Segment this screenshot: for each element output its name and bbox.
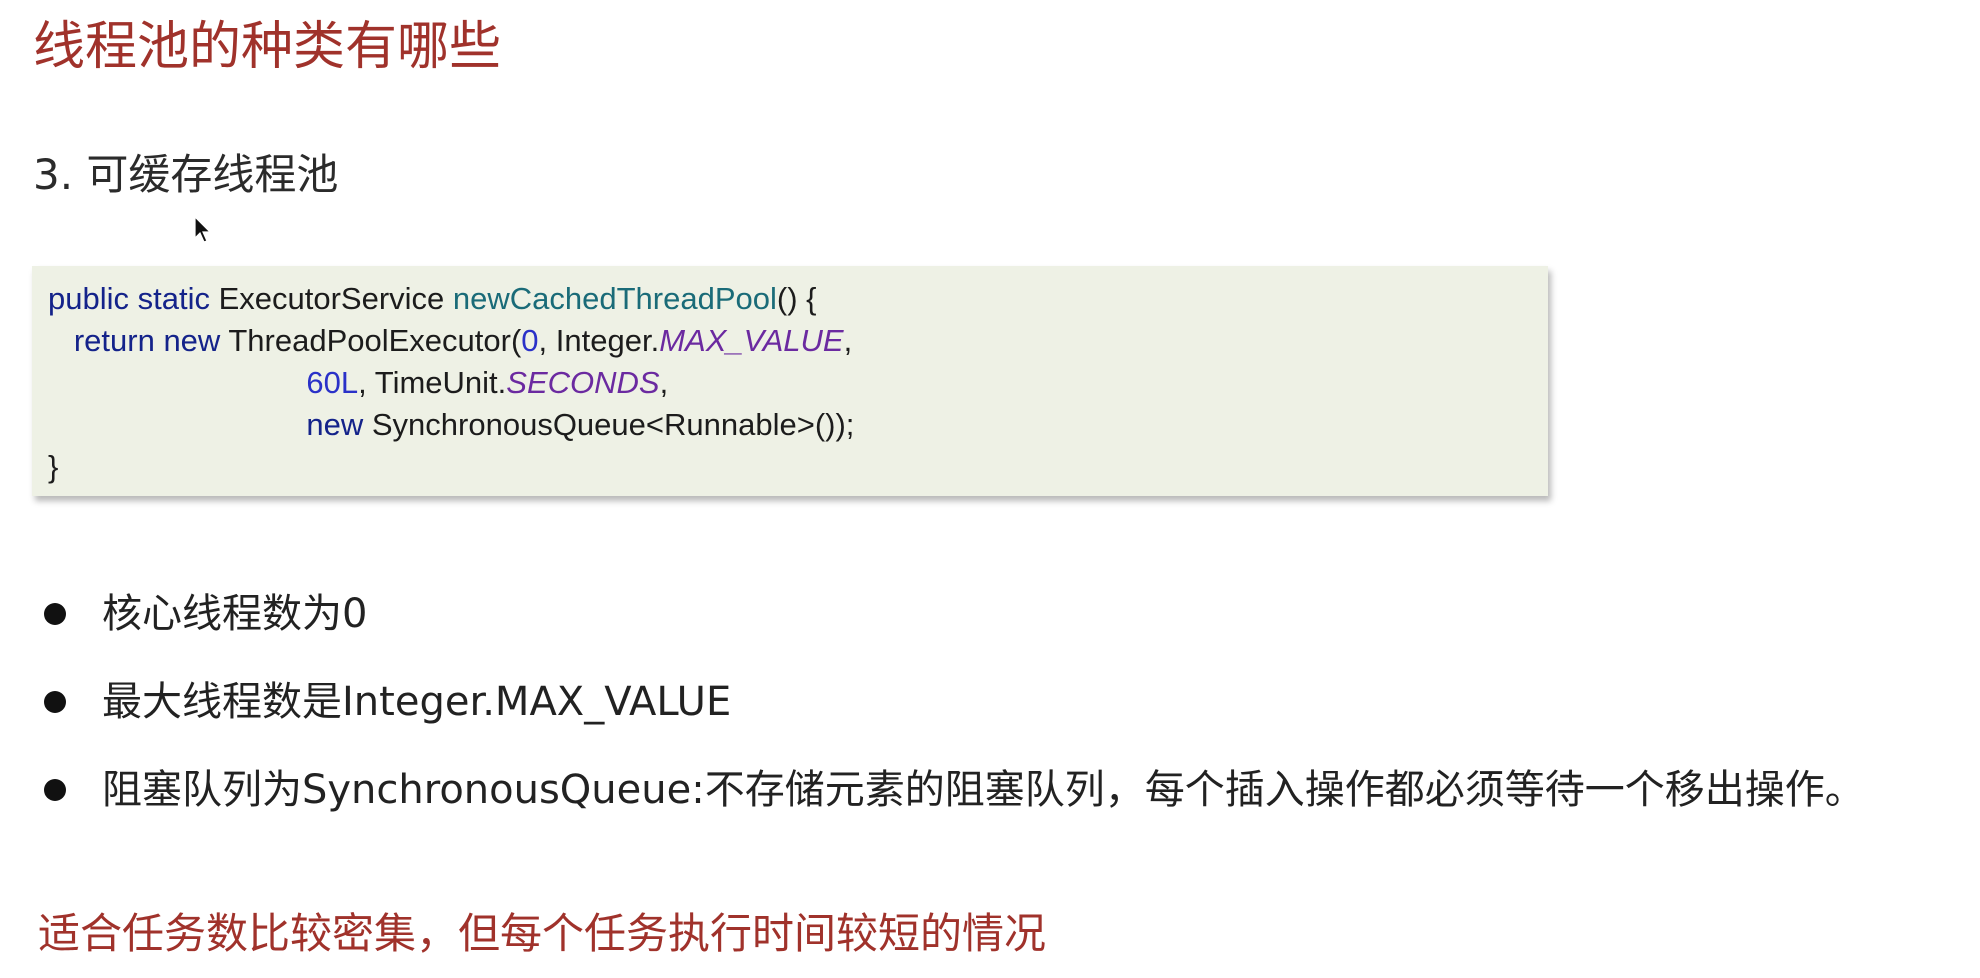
code-line-3: 60L, TimeUnit.SECONDS, xyxy=(48,362,1548,404)
list-item: 核心线程数为0 xyxy=(40,570,1865,658)
code-text: , xyxy=(659,365,669,400)
page-title: 线程池的种类有哪些 xyxy=(33,17,502,77)
bullet-list: 核心线程数为0 最大线程数是Integer.MAX_VALUE 阻塞队列为Syn… xyxy=(40,570,1865,834)
code-keyword: new xyxy=(306,407,364,442)
bullet-text: 核心线程数为0 xyxy=(102,591,368,637)
code-text: } xyxy=(48,449,59,484)
code-text: , Integer. xyxy=(538,323,660,358)
bullet-icon xyxy=(44,691,66,713)
section-heading: 3. 可缓存线程池 xyxy=(33,150,339,199)
code-keyword: return new xyxy=(73,323,221,358)
code-number: 60L xyxy=(306,365,359,400)
bullet-icon xyxy=(44,603,66,625)
mouse-pointer-icon xyxy=(194,216,212,243)
code-number: 0 xyxy=(521,323,539,358)
code-line-2: return new ThreadPoolExecutor(0, Integer… xyxy=(48,320,1548,362)
code-text: () { xyxy=(776,281,817,316)
list-item: 最大线程数是Integer.MAX_VALUE xyxy=(40,658,1865,746)
code-text: ThreadPoolExecutor( xyxy=(220,323,522,358)
bullet-icon xyxy=(44,779,66,801)
code-constant: SECONDS xyxy=(506,365,660,400)
code-keyword: public static xyxy=(48,281,210,316)
code-method-name: newCachedThreadPool xyxy=(452,281,777,316)
code-line-5: } xyxy=(48,446,1548,488)
code-text: SynchronousQueue<Runnable>()); xyxy=(363,407,855,442)
code-constant: MAX_VALUE xyxy=(659,323,844,358)
code-text: , TimeUnit. xyxy=(358,365,507,400)
list-item: 阻塞队列为SynchronousQueue:不存储元素的阻塞队列，每个插入操作都… xyxy=(40,746,1865,834)
conclusion-text: 适合任务数比较密集，但每个任务执行时间较短的情况 xyxy=(38,909,1047,958)
code-block: public static ExecutorService newCachedT… xyxy=(32,266,1548,496)
code-line-4: new SynchronousQueue<Runnable>()); xyxy=(48,404,1548,446)
code-text: , xyxy=(843,323,853,358)
code-line-1: public static ExecutorService newCachedT… xyxy=(48,278,1548,320)
bullet-text: 最大线程数是Integer.MAX_VALUE xyxy=(102,679,732,725)
code-text: ExecutorService xyxy=(209,281,453,316)
bullet-text: 阻塞队列为SynchronousQueue:不存储元素的阻塞队列，每个插入操作都… xyxy=(102,767,1865,813)
